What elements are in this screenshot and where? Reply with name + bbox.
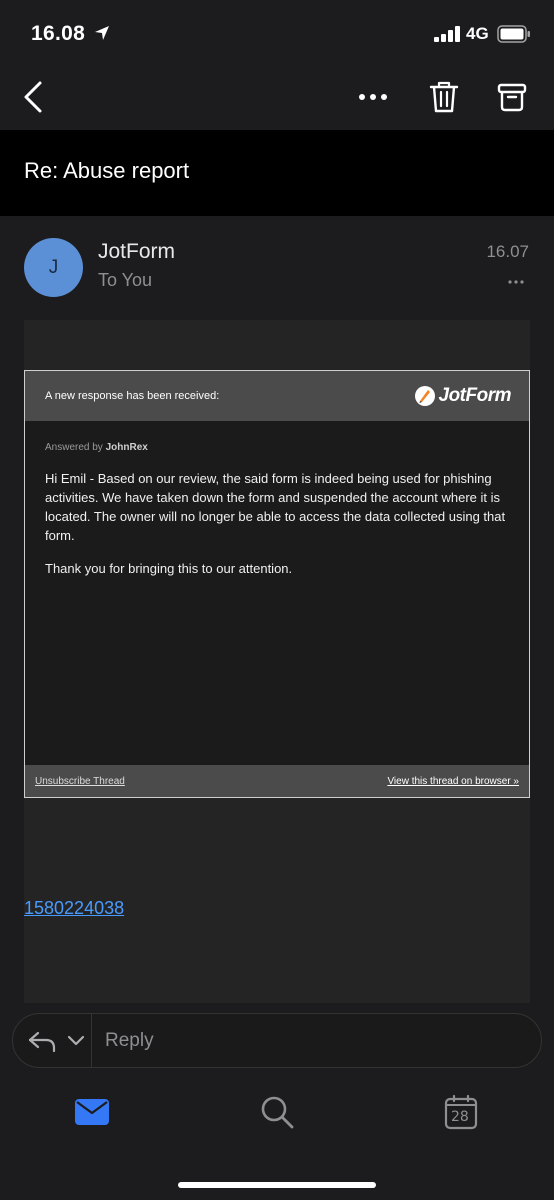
nav-bar (0, 64, 554, 130)
calendar-day-number: 28 (451, 1109, 469, 1125)
chevron-down-icon[interactable] (67, 1034, 85, 1048)
status-bar: 16.08 4G (0, 0, 554, 64)
trash-icon (429, 81, 459, 113)
envelope-icon (75, 1099, 109, 1125)
reply-bar: Reply (12, 1013, 542, 1068)
network-label: 4G (466, 24, 489, 43)
sender-row[interactable]: J JotForm To You 16.07 (0, 216, 554, 320)
recipient-label: To You (98, 270, 153, 290)
ellipsis-icon (359, 94, 387, 100)
delete-button[interactable] (421, 74, 467, 120)
more-options-button[interactable] (350, 74, 396, 120)
battery-icon (497, 25, 530, 43)
jotform-notification-card: A new response has been received: JotFor… (24, 370, 530, 798)
email-subject: Re: Abuse report (24, 158, 190, 183)
ellipsis-icon (508, 280, 524, 284)
location-arrow-icon (95, 26, 109, 40)
archive-button[interactable] (489, 74, 535, 120)
jotform-header: A new response has been received: JotFor… (25, 371, 529, 421)
magnifier-icon (261, 1096, 294, 1129)
ticket-id-link[interactable]: 1580224038 (24, 898, 124, 919)
message-more-button[interactable] (506, 272, 526, 292)
jotform-logo-icon (414, 386, 435, 406)
jotform-header-text: A new response has been received: (45, 390, 220, 402)
sender-avatar: J (24, 238, 83, 297)
answered-by-prefix: Answered by (45, 442, 103, 453)
tab-bar: 28 (0, 1068, 554, 1200)
unsubscribe-thread-link[interactable]: Unsubscribe Thread (35, 776, 125, 787)
tab-mail[interactable] (70, 1092, 114, 1132)
status-time: 16.08 (31, 22, 86, 45)
reply-divider (91, 1014, 92, 1067)
tab-calendar[interactable]: 28 (439, 1092, 483, 1132)
answered-by-name: JohnRex (105, 442, 148, 453)
view-thread-link[interactable]: View this thread on browser » (387, 776, 519, 787)
home-indicator (178, 1182, 376, 1188)
jotform-logo: JotForm (414, 384, 512, 408)
archive-box-icon (497, 83, 527, 112)
jotform-footer: Unsubscribe Thread View this thread on b… (25, 765, 529, 797)
jotform-logo-text: JotForm (438, 385, 512, 406)
subject-bar: Re: Abuse report (0, 130, 554, 216)
message-time: 16.07 (486, 242, 529, 261)
message-paragraph: Hi Emil - Based on our review, the said … (45, 471, 506, 543)
tab-search[interactable] (255, 1092, 299, 1132)
chevron-left-icon (24, 81, 42, 113)
message-paragraph: Thank you for bringing this to our atten… (45, 561, 293, 576)
signal-bars-icon (434, 26, 460, 42)
reply-arrow-icon[interactable] (27, 1028, 57, 1054)
reply-input[interactable]: Reply (105, 1030, 154, 1052)
email-body: A new response has been received: JotFor… (24, 320, 530, 1003)
sender-name: JotForm (98, 240, 176, 263)
answered-by-line: Answered by JohnRex (45, 442, 148, 453)
back-button[interactable] (10, 74, 56, 120)
